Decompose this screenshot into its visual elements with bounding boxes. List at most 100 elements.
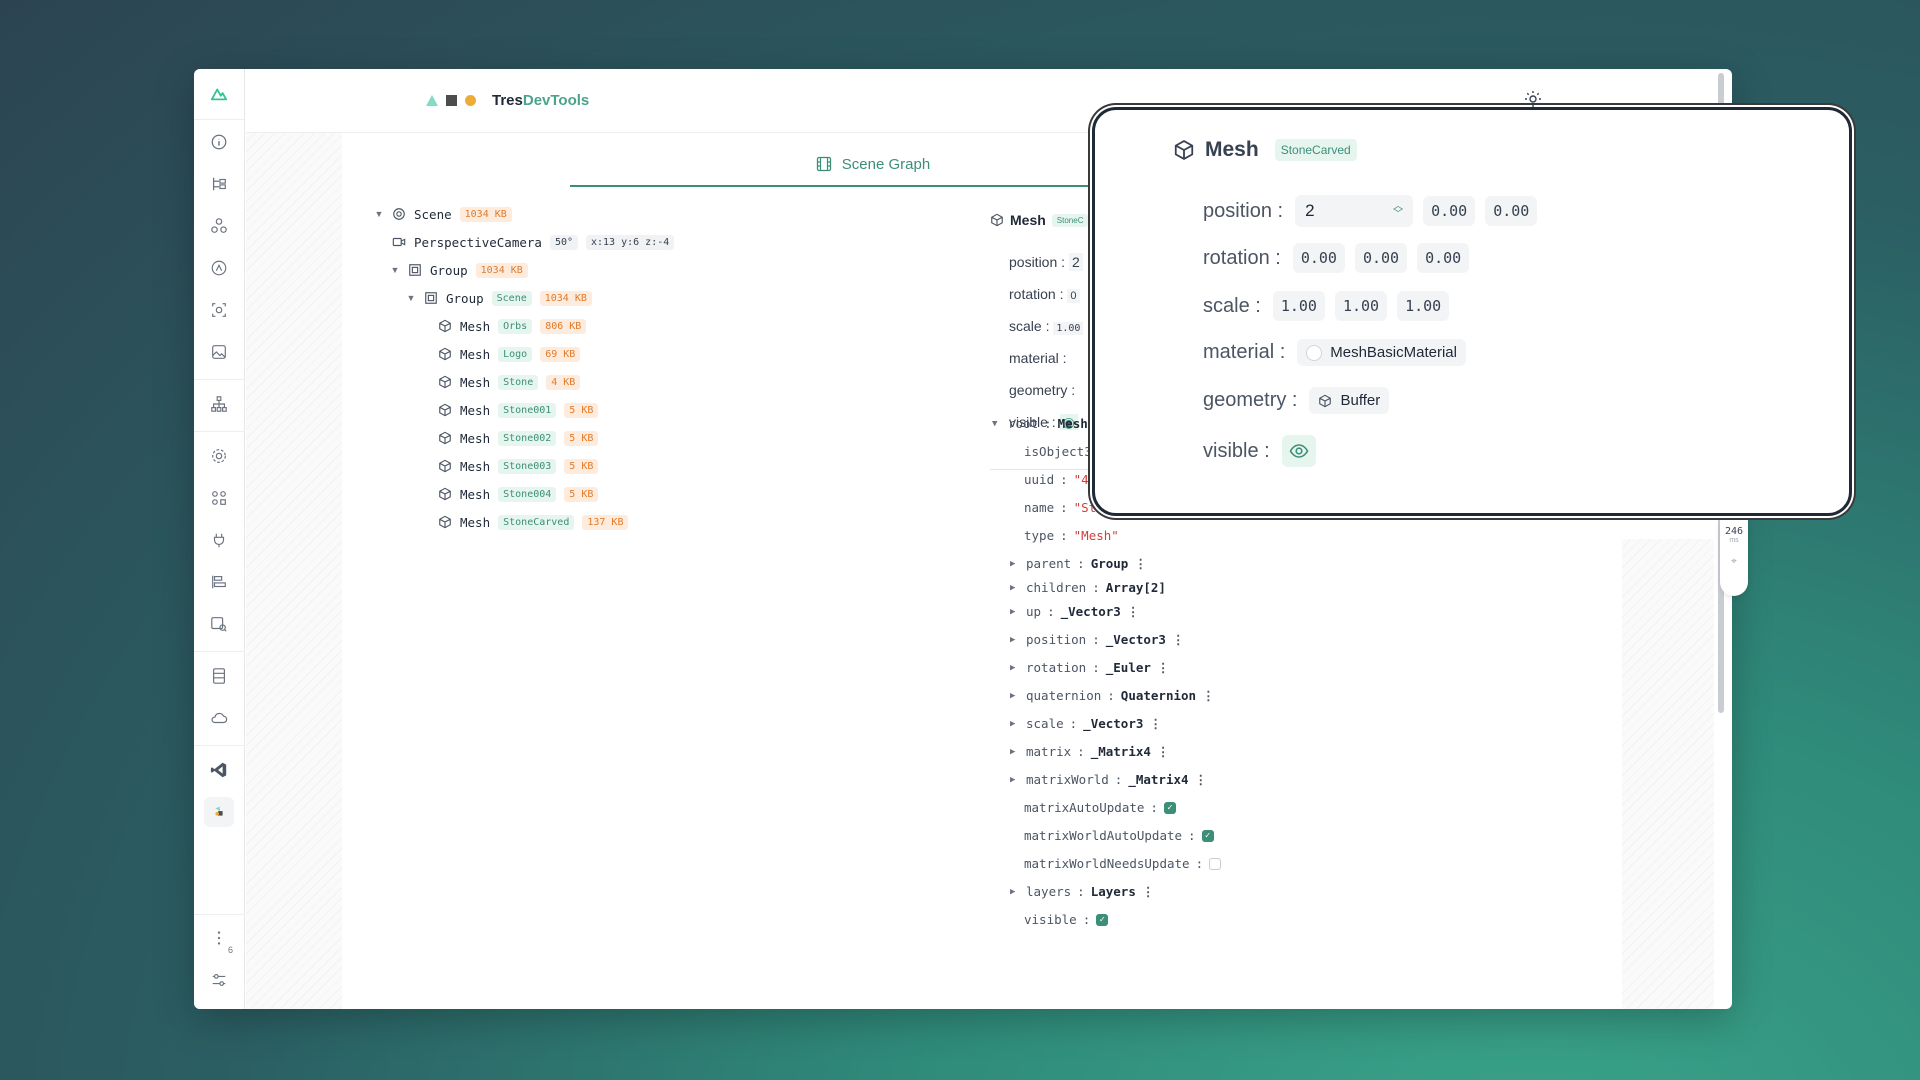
performance-panel[interactable]: 246 ms ⌖	[1720, 520, 1748, 596]
property-row[interactable]: matrixAutoUpdate: ✓	[1024, 800, 1176, 815]
property-row[interactable]: matrixWorldAutoUpdate: ✓	[1024, 828, 1214, 843]
property-row[interactable]: ▶ scale: _Vector3 ⋮	[1010, 716, 1162, 731]
tree-node-mesh[interactable]: Mesh Stone001 5 KB	[438, 400, 599, 420]
more-vertical-icon[interactable]: ⋮	[1172, 632, 1185, 647]
property-row[interactable]: matrixWorldNeedsUpdate:	[1024, 856, 1222, 871]
property-row[interactable]: ▶ children: Array[2]	[1010, 580, 1166, 595]
caret-right-icon[interactable]: ▶	[1010, 607, 1020, 617]
caret-right-icon[interactable]: ▶	[1010, 635, 1020, 645]
position-z-input[interactable]: 0.00	[1485, 196, 1538, 226]
visibility-toggle[interactable]	[1281, 435, 1316, 467]
more-vertical-icon[interactable]: ⋮	[1149, 716, 1162, 731]
checkbox[interactable]	[1209, 857, 1222, 870]
caret-down-icon[interactable]: ▼	[390, 265, 400, 275]
node-label: Mesh	[460, 346, 491, 362]
more-vertical-icon[interactable]: ⋮	[1127, 604, 1140, 619]
caret-down-icon[interactable]: ▼	[406, 293, 416, 303]
caret-right-icon[interactable]: ▶	[1010, 887, 1020, 897]
image-search-icon[interactable]	[208, 613, 230, 635]
more-vertical-icon[interactable]: ⋮	[1134, 556, 1147, 571]
position-x-input[interactable]: 2 ︿ ﹀	[1295, 195, 1414, 227]
more-vertical-icon[interactable]: ⋮	[1142, 884, 1155, 899]
property-row[interactable]: visible: ✓	[1024, 912, 1109, 927]
tree-node-group[interactable]: ▼ Group Scene 1034 KB	[406, 288, 592, 308]
hierarchy-icon[interactable]	[208, 393, 230, 415]
theme-toggle-icon[interactable]	[1524, 90, 1542, 113]
property-row[interactable]: ▶ position: _Vector3 ⋮	[1010, 632, 1184, 647]
vscode-icon[interactable]	[208, 759, 230, 781]
scan-icon[interactable]	[208, 299, 230, 321]
property-row[interactable]: ▶ parent: Group ⋮	[1010, 556, 1147, 571]
property-key: children	[1026, 580, 1087, 595]
more-vertical-icon[interactable]: ⋮	[1195, 772, 1208, 787]
tree-node-scene[interactable]: ▼ Scene 1034 KB	[374, 204, 512, 224]
nuxt-icon[interactable]	[208, 257, 230, 279]
property-row[interactable]: ▶ layers: Layers ⋮	[1010, 884, 1154, 899]
caret-down-icon[interactable]: ▼	[374, 209, 384, 219]
adjustments-icon[interactable]	[208, 969, 230, 991]
tree-node-mesh[interactable]: Mesh StoneCarved 137 KB	[438, 512, 629, 532]
caret-right-icon[interactable]: ▶	[1010, 691, 1020, 701]
rotation-z-input[interactable]: 0.00	[1417, 243, 1470, 273]
tree-node-mesh[interactable]: Mesh Stone004 5 KB	[438, 484, 599, 504]
plug-icon[interactable]	[208, 529, 230, 551]
info-icon[interactable]	[208, 131, 230, 153]
tresjs-icon[interactable]	[204, 797, 234, 827]
caret-down-icon[interactable]: ▼	[992, 419, 1002, 429]
property-row[interactable]: ▼ root: Mesh	[992, 416, 1088, 431]
property-row[interactable]: ▶ matrix: _Matrix4 ⋮	[1010, 744, 1169, 759]
tree-node-mesh[interactable]: Mesh Stone002 5 KB	[438, 428, 599, 448]
rotation-y-input[interactable]: 0.00	[1354, 243, 1408, 273]
size-badge: 1034 KB	[539, 290, 592, 306]
stepper-icon[interactable]: ︿ ﹀	[1393, 202, 1403, 220]
components-icon[interactable]	[208, 215, 230, 237]
assets-icon[interactable]	[208, 341, 230, 363]
crosshair-icon[interactable]: ⌖	[1720, 556, 1748, 567]
name-badge: Stone004	[498, 486, 557, 502]
more-vertical-icon[interactable]: ⋮	[1157, 660, 1170, 675]
property-value: Group	[1090, 556, 1129, 571]
storage-icon[interactable]	[208, 665, 230, 687]
more-vertical-icon[interactable]: ⋮	[1202, 688, 1215, 703]
modules-icon[interactable]	[208, 487, 230, 509]
rotation-x-input[interactable]: 0.00	[1292, 243, 1345, 273]
components-tree-icon[interactable]	[208, 173, 230, 195]
scale-x-input[interactable]: 1.00	[1272, 291, 1325, 321]
tree-node-group[interactable]: ▼ Group 1034 KB	[390, 260, 528, 280]
property-row[interactable]: ▶ matrixWorld: _Matrix4 ⋮	[1010, 772, 1207, 787]
caret-right-icon[interactable]: ▶	[1010, 583, 1020, 593]
caret-right-icon[interactable]: ▶	[1010, 559, 1020, 569]
caret-right-icon[interactable]: ▶	[1010, 747, 1020, 757]
tree-node-mesh[interactable]: Mesh Stone003 5 KB	[438, 456, 599, 476]
position-y-input[interactable]: 0.00	[1423, 196, 1476, 226]
cube-icon	[1173, 139, 1195, 161]
caret-right-icon[interactable]: ▶	[1010, 719, 1020, 729]
settings-gear-icon[interactable]	[208, 445, 230, 467]
tab-scene-graph[interactable]: Scene Graph	[570, 69, 1176, 187]
caret-right-icon[interactable]: ▶	[1010, 663, 1020, 673]
property-row[interactable]: ▶ up: _Vector3 ⋮	[1010, 604, 1139, 619]
checkbox[interactable]: ✓	[1163, 801, 1176, 814]
checkbox[interactable]: ✓	[1096, 913, 1109, 926]
tree-node-mesh[interactable]: Mesh Orbs 806 KB	[438, 316, 587, 336]
checkbox[interactable]: ✓	[1201, 829, 1214, 842]
property-row[interactable]: type: "Mesh"	[1024, 528, 1119, 543]
tree-node-camera[interactable]: PerspectiveCamera 50° x:13 y:6 z:-4	[392, 232, 675, 252]
material-button[interactable]: MeshBasicMaterial	[1297, 339, 1466, 366]
tree-node-mesh[interactable]: Mesh Stone 4 KB	[438, 372, 581, 392]
more-vertical-icon[interactable]	[208, 927, 230, 949]
caret-right-icon[interactable]: ▶	[1010, 775, 1020, 785]
more-vertical-icon[interactable]: ⋮	[1157, 744, 1170, 759]
scale-y-input[interactable]: 1.00	[1334, 291, 1388, 321]
geometry-button[interactable]: Buffer	[1309, 387, 1390, 414]
tree-node-mesh[interactable]: Mesh Logo 69 KB	[438, 344, 581, 364]
cloud-icon[interactable]	[208, 707, 230, 729]
nuxt-logo-icon[interactable]	[208, 83, 230, 105]
scale-z-input[interactable]: 1.00	[1397, 291, 1450, 321]
timeline-icon[interactable]	[208, 571, 230, 593]
property-value: _Euler	[1105, 660, 1151, 675]
property-row[interactable]: ▶ quaternion: Quaternion ⋮	[1010, 688, 1215, 703]
property-row[interactable]: ▶ rotation: _Euler ⋮	[1010, 660, 1169, 675]
brand-logo: TresDevTools	[426, 92, 589, 109]
property-key: isObject3D	[1024, 444, 1100, 459]
